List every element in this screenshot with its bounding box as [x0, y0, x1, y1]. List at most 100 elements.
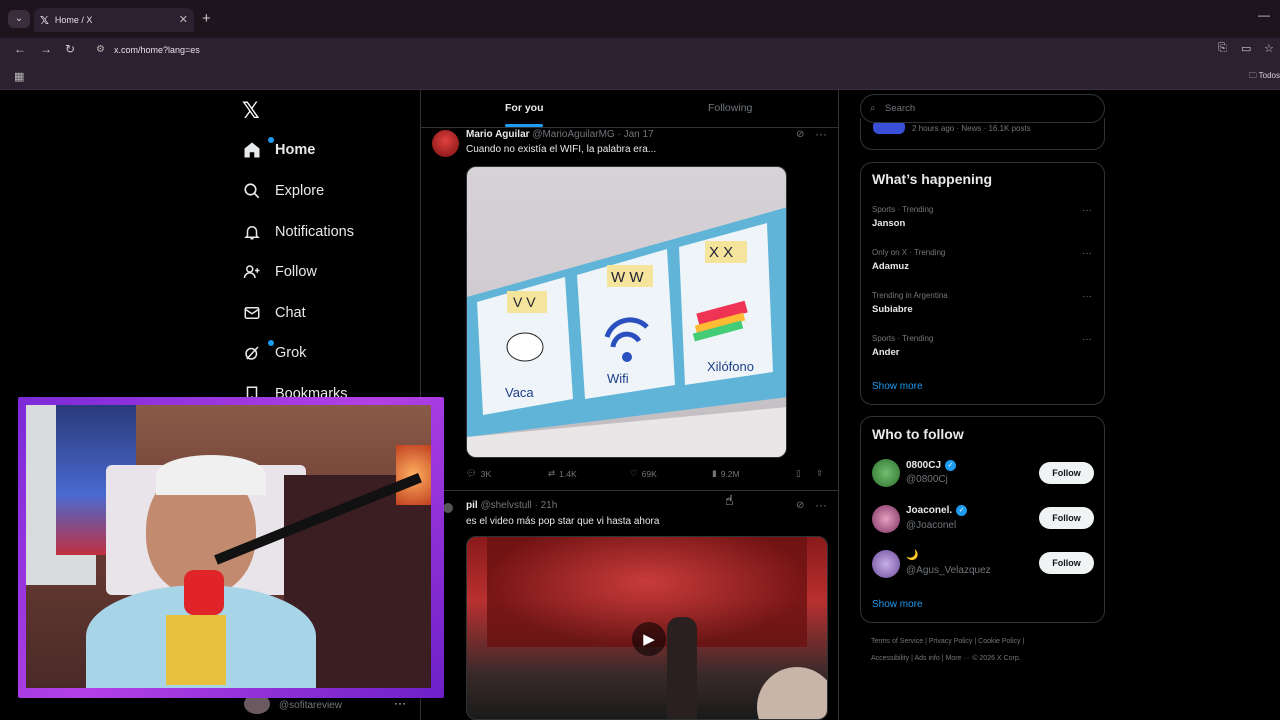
trend-name[interactable]: Ander	[872, 347, 899, 358]
user-handle[interactable]: @Joaconel	[906, 520, 956, 531]
avatar[interactable]	[872, 505, 900, 533]
views-button[interactable]: ▮ 9.2M	[712, 468, 740, 479]
play-icon[interactable]: ▶	[632, 622, 666, 656]
follow-button[interactable]: Follow	[1039, 507, 1094, 529]
post-author-handle[interactable]: @MarioAguilarMG	[532, 129, 614, 140]
svg-text:X X: X X	[709, 244, 733, 261]
post[interactable]: Mario Aguilar @MarioAguilarMG · Jan 17 ⊘…	[421, 127, 838, 488]
webcam-feed	[26, 405, 431, 688]
nav-explore[interactable]: Explore	[242, 176, 324, 206]
footer-link[interactable]: Accessibility	[871, 655, 909, 662]
trend-name[interactable]: Janson	[872, 218, 905, 229]
grok-icon[interactable]: ⊘	[796, 500, 804, 511]
user-name[interactable]: 🌙	[906, 550, 918, 561]
post-video[interactable]: ▶	[466, 536, 828, 720]
bookmark-folder[interactable]: 🗀 Todos	[1249, 70, 1280, 84]
back-icon[interactable]: ←	[14, 42, 26, 56]
more-icon[interactable]: ···	[394, 696, 406, 710]
more-icon[interactable]: ···	[1082, 291, 1092, 302]
footer-link[interactable]: Cookie Policy	[978, 638, 1020, 645]
close-tab-icon[interactable]: ✕	[179, 13, 188, 26]
follow-button[interactable]: Follow	[1039, 462, 1094, 484]
avatar[interactable]	[432, 130, 459, 157]
crowd-head	[757, 667, 827, 719]
site-settings-icon[interactable]: ⚙	[96, 40, 105, 60]
more-icon[interactable]: ···	[815, 127, 827, 141]
bookmark-icon[interactable]: ▯	[796, 468, 801, 479]
grok-icon[interactable]: ⊘	[796, 129, 804, 140]
footer-link[interactable]: More ···	[945, 655, 970, 662]
avatar[interactable]	[872, 550, 900, 578]
nav-explore-label: Explore	[275, 183, 325, 199]
user-handle[interactable]: @0800Cj	[906, 474, 948, 485]
performer-figure	[667, 617, 697, 719]
footer-link[interactable]: Terms of Service	[871, 638, 923, 645]
tab-search-menu[interactable]: ⌄	[8, 10, 30, 28]
trend-name[interactable]: Adamuz	[872, 261, 909, 272]
footer-link[interactable]: Privacy Policy	[929, 638, 973, 645]
feed-tabs: For you Following	[421, 90, 838, 128]
nav-notifications[interactable]: Notifications	[242, 217, 354, 247]
nav-chat[interactable]: Chat	[242, 298, 306, 328]
apps-grid-icon[interactable]: ▦	[14, 70, 24, 83]
cast-icon[interactable]: ▭	[1241, 42, 1251, 55]
verified-badge-icon: ✓	[945, 460, 957, 471]
tab-following[interactable]: Following	[708, 102, 752, 114]
post-header: pil @shelvstull · 21h	[466, 500, 557, 511]
post-date[interactable]: · Jan 17	[618, 129, 654, 140]
show-more-trends-link[interactable]: Show more	[872, 381, 923, 392]
heart-icon: ♡	[630, 468, 638, 478]
star-icon[interactable]: ☆	[1264, 42, 1274, 55]
nav-follow[interactable]: Follow	[242, 257, 317, 287]
like-button[interactable]: ♡ 69K	[630, 468, 657, 479]
nav-home[interactable]: Home	[242, 135, 315, 165]
user-name[interactable]: 0800CJ ✓	[906, 460, 957, 471]
post-header: Mario Aguilar @MarioAguilarMG · Jan 17	[466, 129, 654, 140]
forward-icon[interactable]: →	[40, 42, 52, 56]
post-author-handle[interactable]: @shelvstull	[480, 500, 531, 511]
nav-chat-label: Chat	[275, 305, 306, 321]
follow-button[interactable]: Follow	[1039, 552, 1094, 574]
browser-tab[interactable]: 𝕏 Home / X ✕	[34, 8, 194, 32]
repost-button[interactable]: ⇄ 1.4K	[548, 468, 577, 479]
avatar[interactable]	[872, 459, 900, 487]
address-bar[interactable]: ⚙ x.com/home?lang=es	[90, 40, 1210, 60]
new-tab-icon[interactable]: +	[202, 10, 211, 27]
avatar[interactable]	[443, 503, 453, 513]
user-handle[interactable]: @Agus_Velazquez	[906, 565, 991, 576]
nav-grok[interactable]: Grok	[242, 338, 306, 368]
x-logo-icon[interactable]: 𝕏	[242, 98, 260, 124]
copyright-text: © 2026 X Corp.	[972, 655, 1021, 662]
reply-button[interactable]: 💬︎ 3K	[466, 468, 491, 479]
minimize-icon[interactable]: —	[1258, 8, 1270, 22]
search-input[interactable]: ⌕ Search	[860, 94, 1105, 123]
browser-toolbar: ← → ↻ ⚙ x.com/home?lang=es ⎘ ▭ ☆	[0, 38, 1280, 62]
tab-for-you[interactable]: For you	[505, 102, 544, 114]
post-author-name[interactable]: pil	[466, 500, 478, 511]
footer-links-row-1: Terms of Service | Privacy Policy | Cook…	[871, 638, 1025, 645]
microphone	[184, 570, 224, 615]
user-name[interactable]: Joaconel. ✓	[906, 505, 968, 516]
show-more-follow-link[interactable]: Show more	[872, 599, 923, 610]
post[interactable]: pil @shelvstull · 21h ⊘ ··· es el video …	[421, 498, 838, 720]
post-image[interactable]: V V W W X X Vaca Wifi Xilófono	[466, 166, 787, 458]
trend-meta: Sports · Trending	[872, 205, 934, 214]
search-icon: ⌕	[870, 103, 876, 114]
more-icon[interactable]: ···	[1082, 248, 1092, 259]
reload-icon[interactable]: ↻	[65, 42, 75, 56]
whats-happening-card: What’s happening Sports · Trending Janso…	[860, 162, 1105, 405]
share-icon[interactable]: ⇪	[816, 468, 823, 479]
person-add-icon	[242, 262, 262, 282]
post-author-name[interactable]: Mario Aguilar	[466, 129, 530, 140]
more-icon[interactable]: ···	[815, 498, 827, 512]
post-date[interactable]: · 21h	[535, 500, 558, 511]
translate-icon[interactable]: ⎘	[1218, 42, 1227, 55]
footer-link[interactable]: Ads info	[914, 655, 939, 662]
notification-dot	[268, 137, 274, 143]
nav-home-label: Home	[275, 142, 316, 158]
trend-name[interactable]: Subiabre	[872, 304, 913, 315]
more-icon[interactable]: ···	[1082, 334, 1092, 345]
classroom-cards-illustration: V V W W X X Vaca Wifi Xilófono	[467, 207, 786, 457]
more-icon[interactable]: ···	[1082, 205, 1092, 216]
cursor-hand-icon: ☝	[725, 492, 734, 508]
